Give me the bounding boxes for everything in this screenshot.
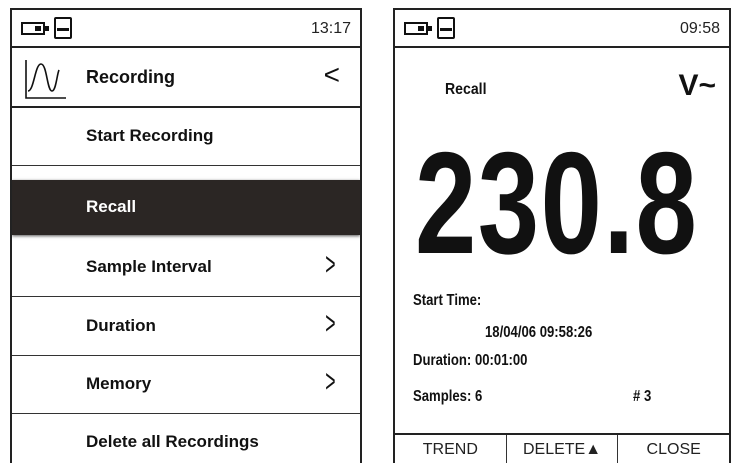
recall-screen: 09:58 Recall V~ 230.8 Start Time: 18/04/… — [393, 8, 731, 463]
chevron-right-icon: > — [325, 305, 336, 341]
close-button[interactable]: CLOSE — [618, 435, 729, 463]
record-number: # 3 — [633, 388, 652, 405]
recording-menu-screen: 13:17 Recording < Start Recording Recall… — [10, 8, 362, 463]
samples-line: Samples: 6 — [413, 388, 483, 405]
battery-icon — [404, 22, 432, 35]
menu-item-label: Duration — [86, 316, 156, 335]
start-time-label: Start Time: — [413, 292, 482, 309]
status-bar: 09:58 — [395, 10, 729, 48]
battery-icon — [21, 22, 49, 35]
status-bar: 13:17 — [12, 10, 360, 48]
delete-button[interactable]: DELETE▲ — [507, 435, 619, 463]
trend-button[interactable]: TREND — [395, 435, 507, 463]
softkey-bar: TREND DELETE▲ CLOSE — [395, 433, 729, 463]
menu-item-label: Memory — [86, 374, 152, 393]
unit-label: V~ — [678, 69, 716, 102]
menu-item-sample-interval[interactable]: Sample Interval > — [12, 239, 360, 297]
waveform-icon — [25, 60, 66, 99]
clock: 09:58 — [679, 20, 720, 37]
mode-label: Recall — [445, 81, 487, 98]
menu-item-start-recording[interactable]: Start Recording — [12, 108, 360, 166]
menu-item-recall[interactable]: Recall — [12, 180, 360, 235]
menu-item-delete-all-recordings[interactable]: Delete all Recordings — [12, 415, 360, 463]
measurement-value: 230.8 — [415, 122, 699, 284]
menu-item-label: Delete all Recordings — [86, 432, 259, 451]
chevron-right-icon: > — [325, 246, 336, 282]
menu-item-memory[interactable]: Memory > — [12, 356, 360, 414]
duration-line: Duration: 00:01:00 — [413, 352, 528, 369]
menu-item-label: Start Recording — [86, 126, 214, 145]
divider — [12, 165, 360, 166]
save-icon — [54, 17, 72, 39]
divider — [12, 296, 360, 297]
start-time-value: 18/04/06 09:58:26 — [485, 324, 593, 341]
chevron-right-icon: > — [325, 363, 336, 399]
menu-item-duration[interactable]: Duration > — [12, 298, 360, 356]
clock: 13:17 — [310, 20, 351, 37]
save-icon — [437, 17, 455, 39]
menu-item-label: Recall — [86, 197, 137, 216]
back-chevron-icon[interactable]: < — [324, 59, 340, 91]
divider — [12, 413, 360, 414]
menu-item-label: Sample Interval — [86, 257, 212, 276]
menu-title: Recording — [86, 67, 176, 87]
menu-header: Recording < — [12, 48, 360, 108]
